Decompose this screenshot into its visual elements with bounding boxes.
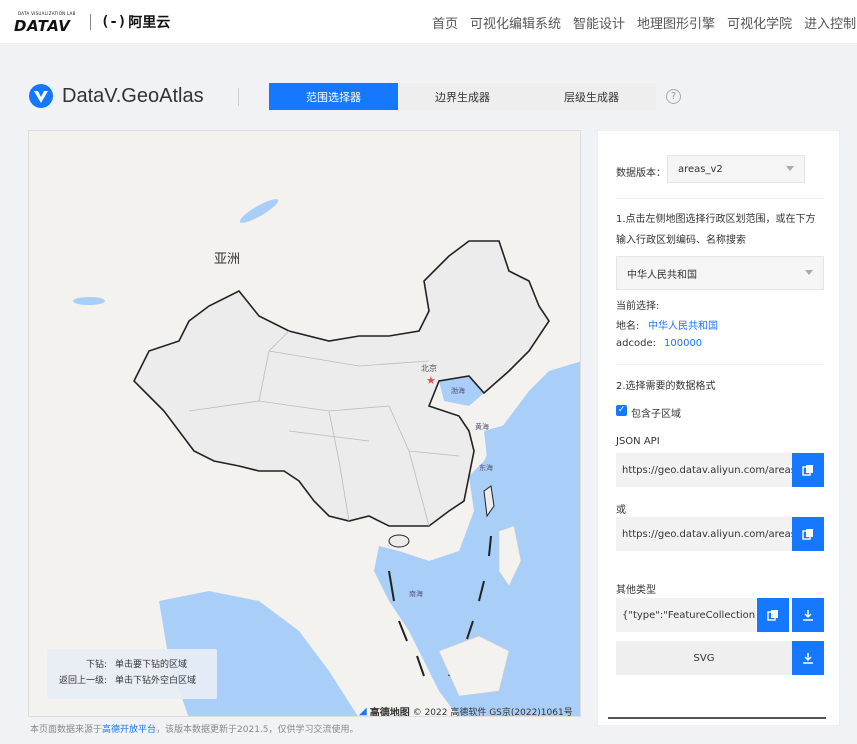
app-title: DataV.GeoAtlas <box>62 85 204 107</box>
help-value: 单击要下钻的区域 <box>115 660 188 670</box>
place-name-label: 地名: <box>616 321 640 332</box>
chevron-down-icon <box>786 166 794 171</box>
map-attribution: ◢ 高德地图 © 2022 高德软件 GS京(2022)1061号 <box>359 704 573 717</box>
tool-tabs: 范围选择器 边界生成器 层级生成器 <box>269 83 656 110</box>
place-name-value: 中华人民共和国 <box>648 321 718 332</box>
label-yellow-sea: 黄海 <box>475 422 489 431</box>
help-key: 返回上一级: <box>58 676 107 686</box>
include-children-label: 包含子区域 <box>631 409 681 420</box>
copy-icon <box>802 465 813 476</box>
include-children-checkbox[interactable]: ✓ <box>616 405 627 416</box>
divider <box>616 364 824 365</box>
label-asia: 亚洲 <box>214 252 240 267</box>
aliyun-logo-text: 阿里云 <box>128 15 171 31</box>
capital-star-icon: ★ <box>426 374 436 387</box>
divider <box>616 198 824 199</box>
copy-geojson-button[interactable] <box>757 598 789 632</box>
download-geojson-button[interactable] <box>792 598 824 632</box>
geojson-preview-field[interactable]: {"type":"FeatureCollection","features":[ <box>616 598 756 632</box>
adcode-label: adcode: <box>616 338 656 349</box>
step1-text-line1: 1.点击左侧地图选择行政区划范围，或在下方 <box>616 214 816 225</box>
label-bohai: 渤海 <box>451 386 465 395</box>
current-selection-label: 当前选择: <box>616 301 660 312</box>
copy-alt-url-button[interactable] <box>792 517 824 551</box>
amap-logo: 高德地图 <box>369 708 410 717</box>
nav-link-home[interactable]: 首页 <box>432 13 458 32</box>
version-label: 数据版本： <box>616 168 666 179</box>
control-panel: 数据版本： areas_v2 1.点击左侧地图选择行政区划范围，或在下方 输入行… <box>597 130 840 726</box>
label-south-sea: 南海 <box>409 589 423 598</box>
attribution-text: © 2022 高德软件 GS京(2022)1061号 <box>412 708 573 717</box>
json-api-label: JSON API <box>616 436 660 447</box>
download-icon <box>803 653 813 664</box>
footer-note: 本页面数据来源于高德开放平台，该版本数据更新于2021.5，仅供学习交流使用。 <box>30 722 359 735</box>
nav-link-academy[interactable]: 可视化学院 <box>727 13 792 32</box>
footer-prefix: 本页面数据来源于 <box>30 725 103 735</box>
version-select-value: areas_v2 <box>678 163 723 175</box>
nav-link-console[interactable]: 进入控制台 <box>804 13 857 32</box>
map-view[interactable]: ★ 亚洲 北京 渤海 黄海 东海 南海 下钻: 单击要下钻的区域 返回上一级: 单击… <box>28 130 581 717</box>
help-key: 下钻: <box>85 660 107 670</box>
tab-boundary-generator[interactable]: 边界生成器 <box>398 83 527 110</box>
datav-logo-subtitle: DATA VISUALIZATION LAB <box>18 11 76 16</box>
region-select-value: 中华人民共和国 <box>627 269 697 281</box>
nav-link-editor[interactable]: 可视化编辑系统 <box>470 13 561 32</box>
footer-link-amap[interactable]: 高德开放平台 <box>102 725 156 735</box>
copy-json-api-button[interactable] <box>792 453 824 487</box>
lake-baikal <box>239 199 279 223</box>
hainan <box>388 534 410 548</box>
chevron-down-icon <box>805 270 813 275</box>
svg-format-button[interactable]: SVG <box>616 641 792 675</box>
version-select[interactable]: areas_v2 <box>667 155 805 183</box>
download-svg-button[interactable] <box>792 641 824 675</box>
alt-url-field[interactable]: https://geo.datav.aliyun.com/areas_v2/bo… <box>616 517 792 551</box>
title-separator <box>238 88 239 106</box>
nav-link-smart-design[interactable]: 智能设计 <box>573 13 625 32</box>
brand[interactable]: DATA VISUALIZATION LAB DATAV (-) 阿里云 <box>14 10 171 35</box>
json-api-url-field[interactable]: https://geo.datav.aliyun.com/areas_v2/bo… <box>616 453 792 487</box>
tab-range-selector[interactable]: 范围选择器 <box>269 83 398 110</box>
panel-bottom-bar <box>608 717 826 719</box>
step2-text: 2.选择需要的数据格式 <box>616 381 716 392</box>
lake-balkhash <box>73 297 105 305</box>
label-beijing: 北京 <box>421 363 437 373</box>
nav-links: 首页 可视化编辑系统 智能设计 地理图形引擎 可视化学院 进入控制台 <box>432 13 857 32</box>
download-icon <box>803 610 813 621</box>
datav-logo: DATA VISUALIZATION LAB DATAV <box>14 11 80 35</box>
copy-icon <box>767 610 778 621</box>
top-nav: DATA VISUALIZATION LAB DATAV (-) 阿里云 首页 … <box>0 0 857 44</box>
brand-divider <box>90 14 91 30</box>
aliyun-icon: (-) <box>101 14 127 30</box>
footer-suffix: ，该版本数据更新于2021.5，仅供学习交流使用。 <box>156 725 359 735</box>
geoatlas-logo-icon <box>29 84 53 108</box>
navigation-arrow-icon: ◢ <box>359 706 367 717</box>
map-canvas[interactable]: ★ 亚洲 北京 渤海 黄海 东海 南海 <box>29 131 581 717</box>
region-select[interactable]: 中华人民共和国 <box>616 256 824 290</box>
tab-level-generator[interactable]: 层级生成器 <box>527 83 656 110</box>
question-circle-icon[interactable]: ? <box>666 89 681 104</box>
adcode-value: 100000 <box>664 338 703 349</box>
other-types-label: 其他类型 <box>616 585 656 596</box>
map-help-box: 下钻: 单击要下钻的区域 返回上一级: 单击下钻外空白区域 <box>47 649 217 699</box>
datav-logo-text: DATAV <box>14 17 71 35</box>
or-label: 或 <box>616 505 626 516</box>
copy-icon <box>802 529 813 540</box>
label-east-sea: 东海 <box>479 463 493 472</box>
step1-text-line2: 输入行政区划编码、名称搜索 <box>616 235 746 246</box>
nav-link-geo-engine[interactable]: 地理图形引擎 <box>637 13 715 32</box>
help-value: 单击下钻外空白区域 <box>115 676 197 686</box>
